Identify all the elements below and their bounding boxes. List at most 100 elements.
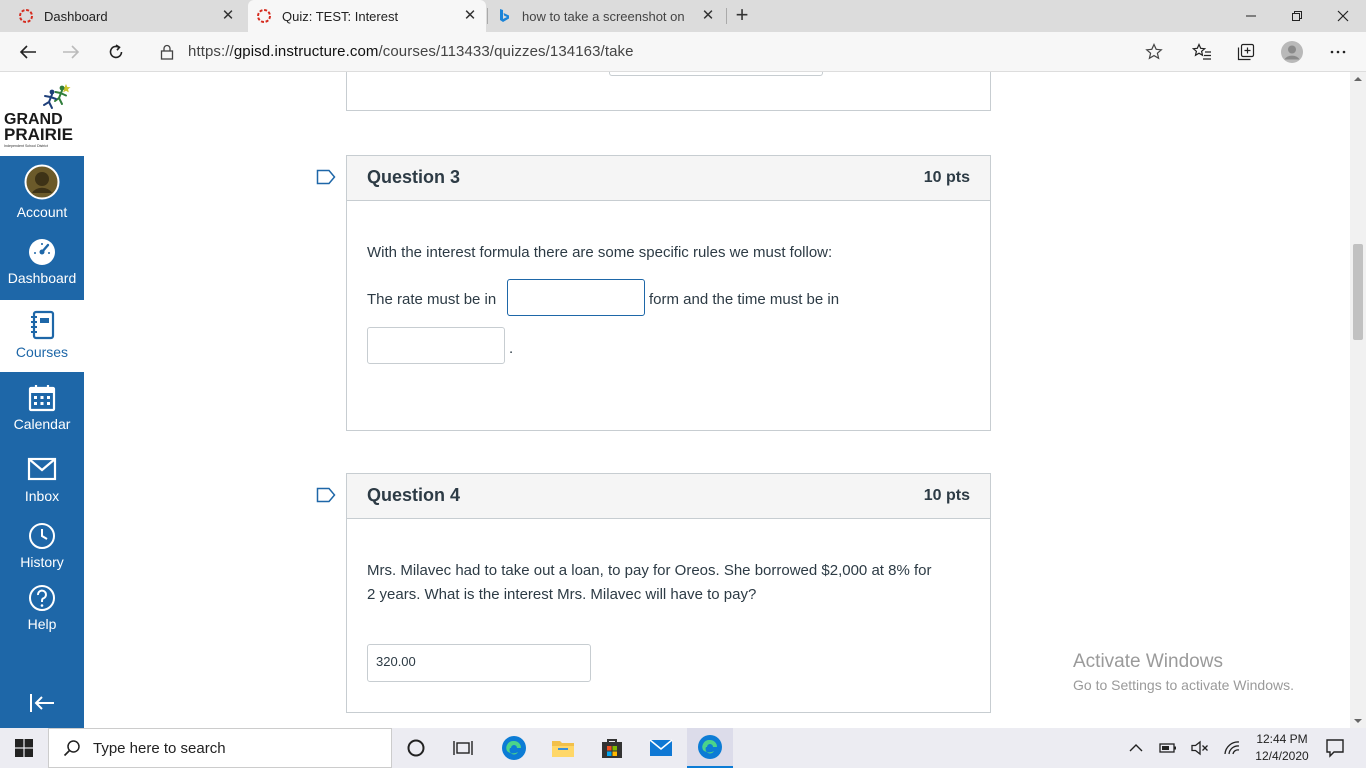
close-tab-icon[interactable]: ✕ bbox=[220, 8, 236, 24]
battery-icon bbox=[1159, 743, 1176, 753]
tab-quiz[interactable]: Quiz: TEST: Interest ✕ bbox=[248, 0, 486, 32]
history-clock-icon bbox=[29, 523, 55, 549]
scroll-thumb[interactable] bbox=[1353, 244, 1363, 340]
page-scrollbar[interactable] bbox=[1350, 72, 1366, 728]
close-tab-icon[interactable]: ✕ bbox=[700, 8, 716, 24]
windows-logo-icon bbox=[15, 739, 33, 757]
question-text-part-b: form and the time must be in bbox=[649, 291, 840, 308]
question-points: 10 pts bbox=[923, 487, 970, 504]
clock-time: 12:44 PM bbox=[1256, 732, 1308, 746]
settings-more-button[interactable] bbox=[1323, 38, 1353, 66]
question-card-previous bbox=[346, 72, 991, 111]
canvas-icon bbox=[19, 9, 33, 23]
close-tab-icon[interactable]: ✕ bbox=[462, 8, 478, 24]
favorite-star-button[interactable] bbox=[1139, 38, 1169, 66]
forward-button[interactable] bbox=[56, 38, 86, 66]
more-dots-icon bbox=[1330, 50, 1346, 54]
taskbar-mail[interactable] bbox=[638, 728, 684, 768]
question-text-line2: 2 years. What is the interest Mrs. Milav… bbox=[367, 586, 757, 603]
browser-tab-bar: Dashboard ✕ Quiz: TEST: Interest ✕ how t… bbox=[0, 0, 1366, 32]
minimize-icon bbox=[1246, 15, 1256, 17]
nav-account[interactable]: Account bbox=[0, 164, 84, 220]
tab-title: Quiz: TEST: Interest bbox=[282, 8, 399, 24]
tab-title: how to take a screenshot on com bbox=[522, 8, 688, 24]
taskbar-edge-1[interactable] bbox=[491, 728, 537, 768]
favorites-button[interactable] bbox=[1187, 38, 1217, 66]
taskbar-search-box[interactable]: Type here to search bbox=[48, 728, 392, 768]
back-button[interactable] bbox=[13, 38, 43, 66]
nav-help[interactable]: Help bbox=[0, 584, 84, 632]
url-path: /courses/113433/quizzes/134163/take bbox=[378, 43, 634, 60]
taskbar-file-explorer[interactable] bbox=[540, 728, 586, 768]
nav-dashboard[interactable]: Dashboard bbox=[0, 238, 84, 286]
nav-inbox[interactable]: Inbox bbox=[0, 454, 84, 504]
collapse-nav-button[interactable] bbox=[0, 692, 84, 718]
dashboard-gauge-icon bbox=[29, 239, 55, 265]
edge-icon bbox=[502, 736, 526, 760]
calendar-icon bbox=[28, 385, 56, 412]
browser-toolbar: https://gpisd.instructure.com/courses/11… bbox=[0, 32, 1366, 72]
volume-button[interactable] bbox=[1188, 728, 1212, 768]
scroll-down-icon[interactable] bbox=[1350, 716, 1366, 726]
collections-icon bbox=[1237, 43, 1255, 61]
clock-date: 12/4/2020 bbox=[1255, 749, 1309, 763]
mail-icon bbox=[649, 739, 673, 756]
previous-answer-input[interactable] bbox=[609, 72, 823, 76]
restore-button[interactable] bbox=[1274, 0, 1320, 32]
question-card-3: Question 3 10 pts With the interest form… bbox=[346, 155, 991, 431]
refresh-button[interactable] bbox=[101, 38, 131, 66]
nav-calendar[interactable]: Calendar bbox=[0, 384, 84, 432]
flag-question-icon[interactable] bbox=[316, 169, 336, 185]
back-arrow-icon bbox=[19, 45, 36, 59]
action-center-button[interactable] bbox=[1312, 728, 1358, 768]
profile-button[interactable] bbox=[1277, 38, 1307, 66]
task-view-button[interactable] bbox=[440, 728, 486, 768]
courses-book-icon bbox=[31, 310, 55, 340]
taskbar-store[interactable] bbox=[589, 728, 635, 768]
watermark-title: Activate Windows bbox=[1073, 651, 1223, 672]
task-view-icon bbox=[453, 741, 473, 755]
question-card-4: Question 4 10 pts Mrs. Milavec had to ta… bbox=[346, 473, 991, 713]
nav-history[interactable]: History bbox=[0, 522, 84, 570]
logo-text-isd: Independent School District bbox=[4, 144, 48, 148]
tab-bing[interactable]: how to take a screenshot on com ✕ bbox=[488, 0, 724, 32]
nav-label: Account bbox=[16, 204, 68, 220]
account-avatar-icon bbox=[24, 164, 60, 200]
start-button[interactable] bbox=[0, 728, 48, 768]
scroll-up-icon[interactable] bbox=[1350, 74, 1366, 84]
tab-dashboard[interactable]: Dashboard ✕ bbox=[10, 0, 244, 32]
favorites-list-icon bbox=[1192, 43, 1211, 60]
school-logo[interactable]: GRAND PRAIRIE Independent School Distric… bbox=[0, 72, 84, 156]
network-button[interactable] bbox=[1220, 728, 1244, 768]
lock-icon[interactable] bbox=[152, 38, 182, 66]
collections-button[interactable] bbox=[1231, 38, 1261, 66]
nav-label: Courses bbox=[15, 344, 69, 360]
restore-icon bbox=[1292, 11, 1302, 21]
question-text-line1: Mrs. Milavec had to take out a loan, to … bbox=[367, 562, 932, 579]
new-tab-button[interactable]: + bbox=[730, 4, 754, 28]
nav-courses[interactable]: Courses bbox=[0, 300, 84, 372]
taskbar-clock[interactable]: 12:44 PM 12/4/2020 bbox=[1252, 731, 1312, 765]
blank-rate-input[interactable] bbox=[507, 279, 645, 316]
close-window-button[interactable] bbox=[1320, 0, 1366, 32]
notification-icon bbox=[1326, 739, 1344, 758]
cortana-button[interactable] bbox=[393, 728, 439, 768]
wifi-icon bbox=[1224, 741, 1240, 755]
nav-label: Calendar bbox=[13, 416, 71, 432]
question-text-end: . bbox=[509, 340, 514, 357]
cortana-circle-icon bbox=[407, 739, 425, 757]
answer-input[interactable]: 320.00 bbox=[367, 644, 591, 682]
blank-time-input[interactable] bbox=[367, 327, 505, 364]
windows-taskbar: Type here to search 12:44 PM 12/4/2020 bbox=[0, 728, 1366, 768]
minimize-button[interactable] bbox=[1228, 0, 1274, 32]
address-bar[interactable]: https://gpisd.instructure.com/courses/11… bbox=[188, 43, 634, 60]
flag-question-icon[interactable] bbox=[316, 487, 336, 503]
search-icon bbox=[63, 740, 80, 757]
question-title: Question 3 bbox=[367, 167, 461, 187]
taskbar-edge-active[interactable] bbox=[687, 728, 733, 768]
show-hidden-icons-button[interactable] bbox=[1124, 728, 1148, 768]
battery-button[interactable] bbox=[1156, 728, 1180, 768]
forward-arrow-icon bbox=[63, 45, 80, 59]
question-title: Question 4 bbox=[367, 485, 461, 505]
logo-text-prairie: PRAIRIE bbox=[4, 125, 73, 144]
